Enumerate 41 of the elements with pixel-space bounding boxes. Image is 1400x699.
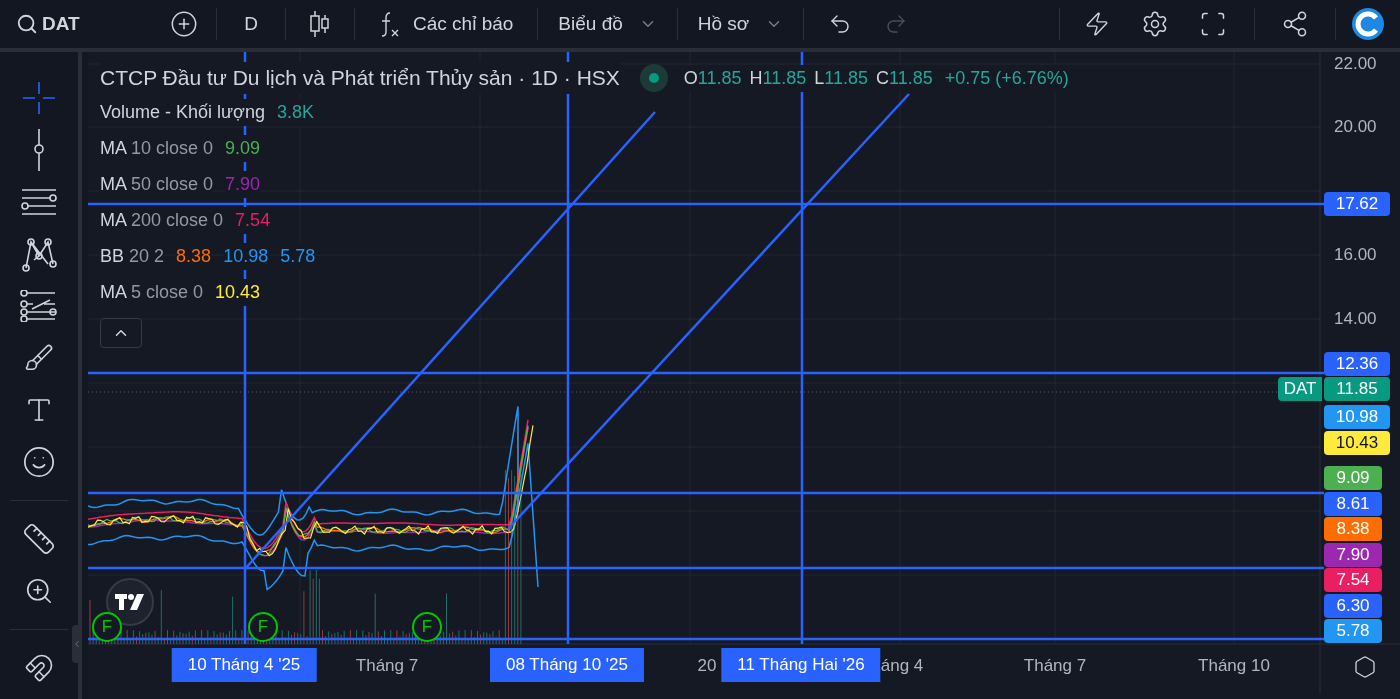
time-marker: 10 Tháng 4 '25: [171, 648, 317, 682]
indicator-value: 3.8K: [276, 98, 314, 126]
chart-title: CTCP Đầu tư Du lịch và Phát triển Thủy sản · 1D · HSX: [100, 62, 620, 94]
price-marker: 9.09: [1324, 466, 1382, 490]
indicators-button[interactable]: Các chỉ báo: [355, 6, 538, 42]
price-marker: 10.43: [1324, 431, 1390, 455]
price-marker: 6.30: [1324, 594, 1382, 618]
price-marker: 7.54: [1324, 568, 1382, 592]
indicator-value: 10.43: [215, 278, 261, 306]
price-marker: 11.85: [1324, 377, 1390, 401]
price-tick: 16.00: [1334, 244, 1377, 266]
price-marker: 5.78: [1324, 619, 1382, 643]
event-marker[interactable]: F: [92, 612, 122, 642]
time-marker: 08 Tháng 10 '25: [490, 648, 644, 682]
price-marker: 8.61: [1324, 492, 1382, 516]
event-marker[interactable]: F: [412, 612, 442, 642]
chart-menu-button[interactable]: Biểu đồ: [538, 6, 677, 42]
indicator-value: 9.09: [225, 134, 261, 162]
time-marker: 11 Tháng Hai '26: [721, 648, 881, 682]
price-marker: 12.36: [1324, 352, 1390, 376]
indicator-name: Volume - Khối lượng: [100, 98, 265, 126]
interval-button[interactable]: D: [217, 6, 285, 42]
symbol-tag: DAT: [1278, 377, 1322, 401]
event-marker[interactable]: F: [248, 612, 278, 642]
indicator-value: 7.90: [225, 170, 261, 198]
price-marker: 17.62: [1324, 192, 1390, 216]
profile-menu-button[interactable]: Hồ sơ: [677, 6, 804, 42]
price-marker: 8.38: [1324, 517, 1382, 541]
ohlc-value: H11.85: [749, 64, 807, 92]
price-marker: 7.90: [1324, 543, 1382, 567]
indicator-value: 10.98: [223, 242, 269, 270]
indicator-value: 7.54: [235, 206, 271, 234]
symbol-search[interactable]: DAT: [0, 6, 160, 42]
price-tick: 22.00: [1334, 53, 1377, 75]
price-change: +0.75 (+6.76%): [944, 64, 1069, 92]
price-tick: 20.00: [1334, 116, 1377, 138]
price-tick: 14.00: [1334, 308, 1377, 330]
ohlc-value: O11.85: [683, 64, 742, 92]
ohlc-value: C11.85: [876, 64, 933, 92]
indicator-value: 5.78: [280, 242, 316, 270]
price-marker: 10.98: [1324, 405, 1390, 429]
